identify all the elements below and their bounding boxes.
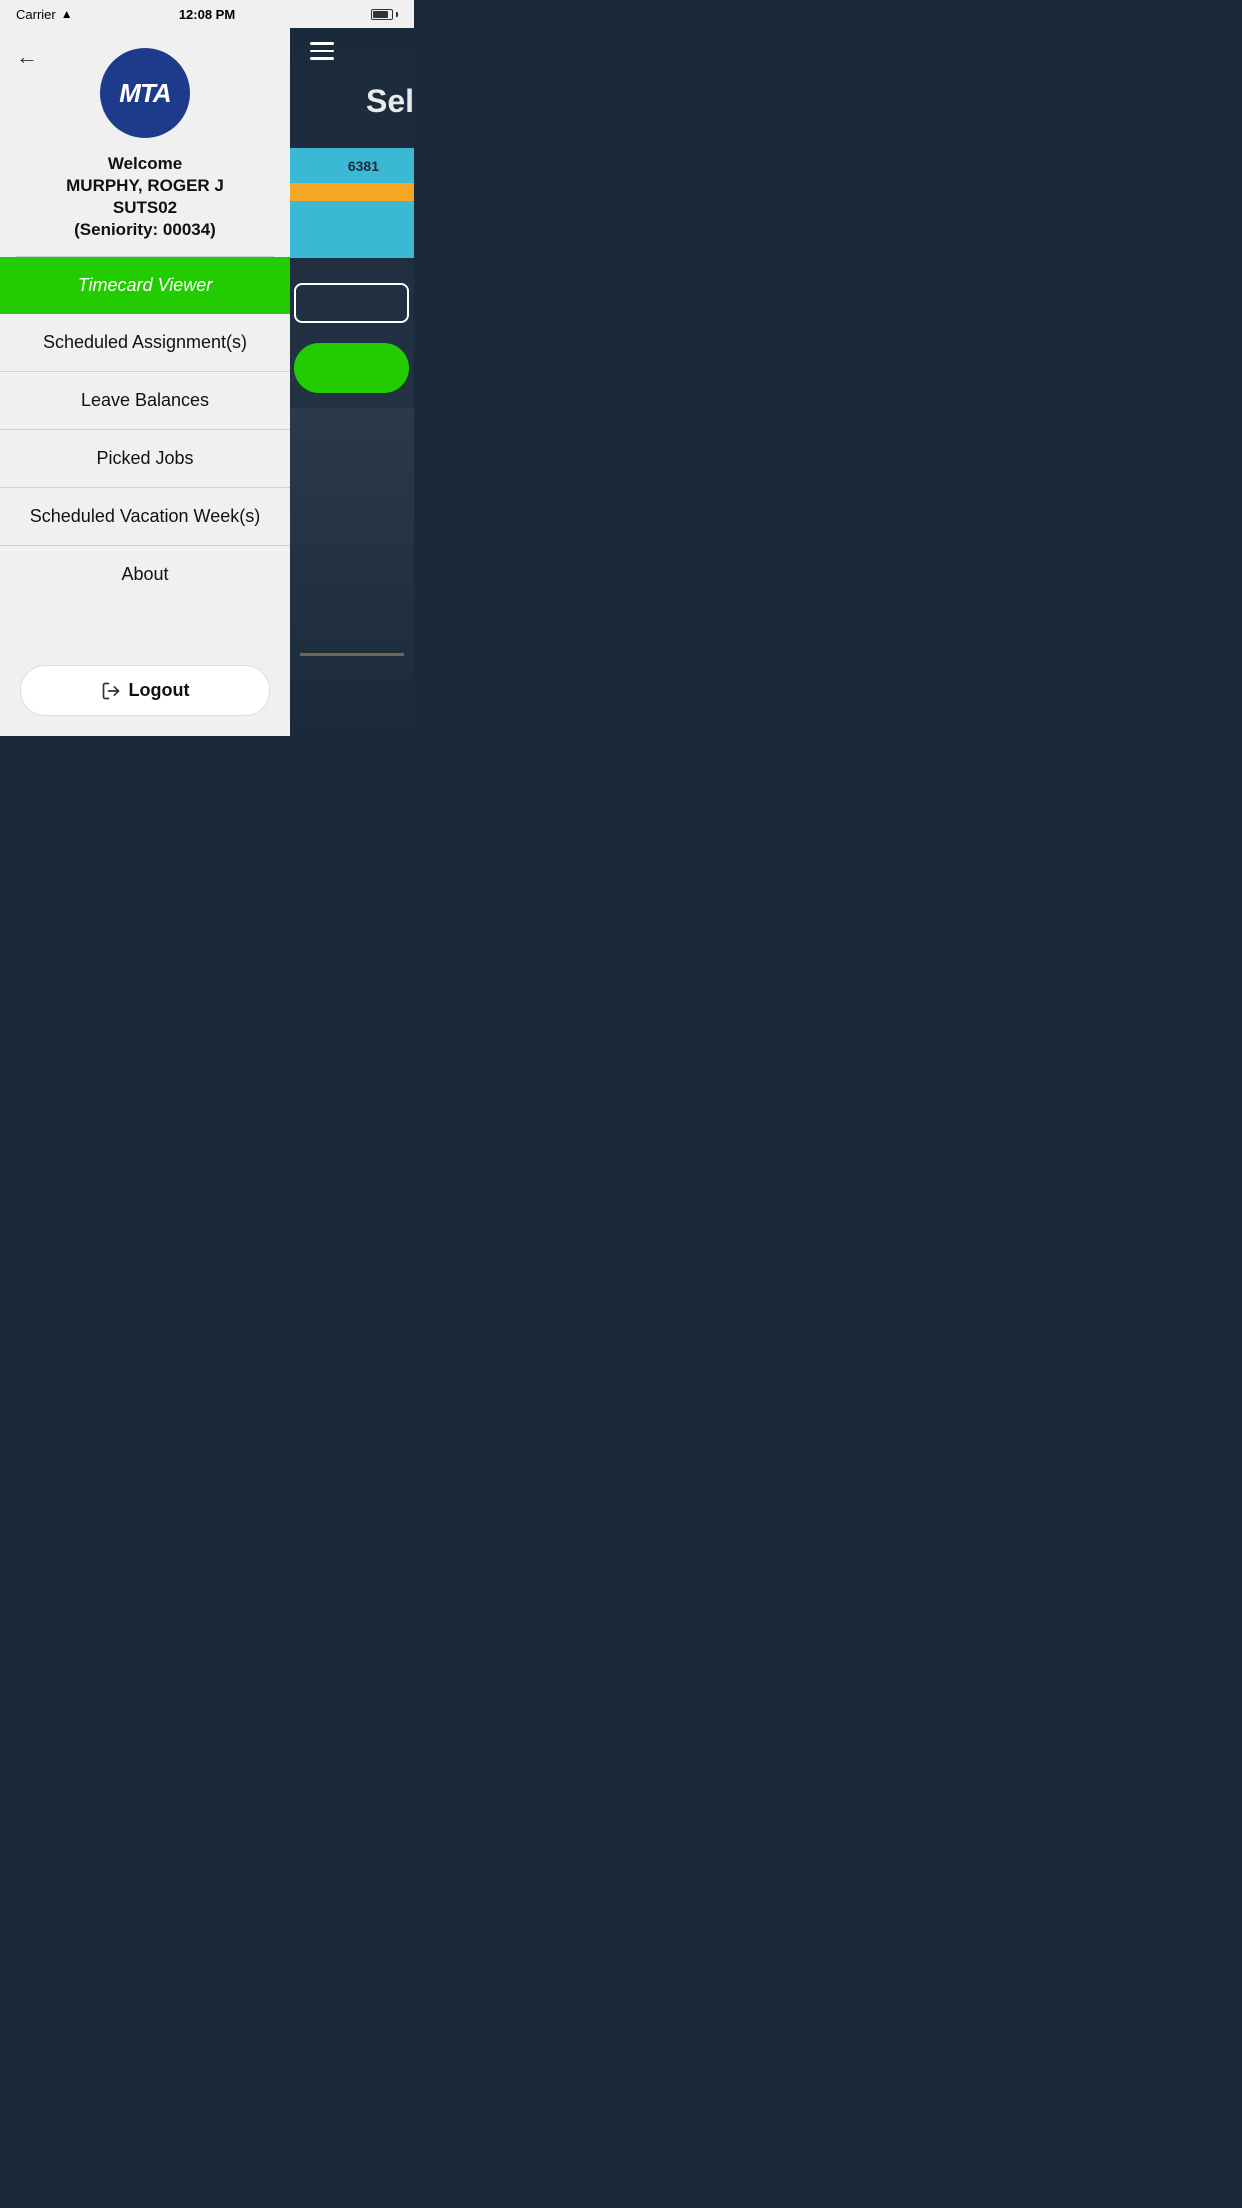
- menu-item-scheduled-assignments[interactable]: Scheduled Assignment(s): [0, 314, 290, 372]
- hamburger-line-2: [310, 50, 334, 53]
- drawer-panel: ← MTA Welcome MURPHY, ROGER J SUTS02 (Se…: [0, 28, 290, 736]
- right-panel: Sel 6381: [290, 28, 414, 736]
- wifi-icon: ▲: [61, 7, 73, 21]
- logout-area: Logout: [0, 645, 290, 736]
- status-time: 12:08 PM: [179, 7, 235, 22]
- user-dept: SUTS02: [20, 198, 270, 218]
- mta-logo: MTA: [100, 48, 190, 138]
- battery-body: [371, 9, 393, 20]
- back-button[interactable]: ←: [16, 44, 38, 70]
- mta-logo-text: MTA: [119, 80, 170, 106]
- hamburger-button[interactable]: [310, 42, 334, 60]
- logout-icon: [101, 681, 121, 701]
- welcome-label: Welcome: [20, 154, 270, 174]
- sel-text: Sel: [366, 83, 414, 120]
- carrier-label: Carrier: [16, 7, 56, 22]
- logout-button[interactable]: Logout: [20, 665, 270, 716]
- menu-item-about[interactable]: About: [0, 546, 290, 603]
- hamburger-line-1: [310, 42, 334, 45]
- green-button-shape: [294, 343, 409, 393]
- bus-interior: [290, 408, 414, 736]
- input-outline: [294, 283, 409, 323]
- battery-tip: [396, 12, 398, 17]
- carrier-wifi: Carrier ▲: [16, 7, 73, 22]
- menu-item-leave-balances[interactable]: Leave Balances: [0, 372, 290, 430]
- menu-item-picked-jobs[interactable]: Picked Jobs: [0, 430, 290, 488]
- user-seniority: (Seniority: 00034): [20, 220, 270, 240]
- main-container: ← MTA Welcome MURPHY, ROGER J SUTS02 (Se…: [0, 28, 414, 736]
- user-name: MURPHY, ROGER J: [20, 176, 270, 196]
- bus-rail: [300, 653, 404, 656]
- user-info: Welcome MURPHY, ROGER J SUTS02 (Seniorit…: [0, 154, 290, 256]
- menu-item-timecard[interactable]: Timecard Viewer: [0, 257, 290, 314]
- battery-fill: [373, 11, 388, 18]
- menu-list: Timecard Viewer Scheduled Assignment(s) …: [0, 257, 290, 603]
- menu-spacer: [0, 603, 290, 645]
- logout-label: Logout: [129, 680, 190, 701]
- bus-background: 6381: [290, 128, 414, 736]
- status-bar: Carrier ▲ 12:08 PM: [0, 0, 414, 28]
- logo-area: MTA: [0, 28, 290, 154]
- menu-item-scheduled-vacation[interactable]: Scheduled Vacation Week(s): [0, 488, 290, 546]
- hamburger-line-3: [310, 57, 334, 60]
- bus-stripe: [290, 183, 414, 201]
- bus-number: 6381: [348, 158, 379, 174]
- battery-icon: [371, 9, 398, 20]
